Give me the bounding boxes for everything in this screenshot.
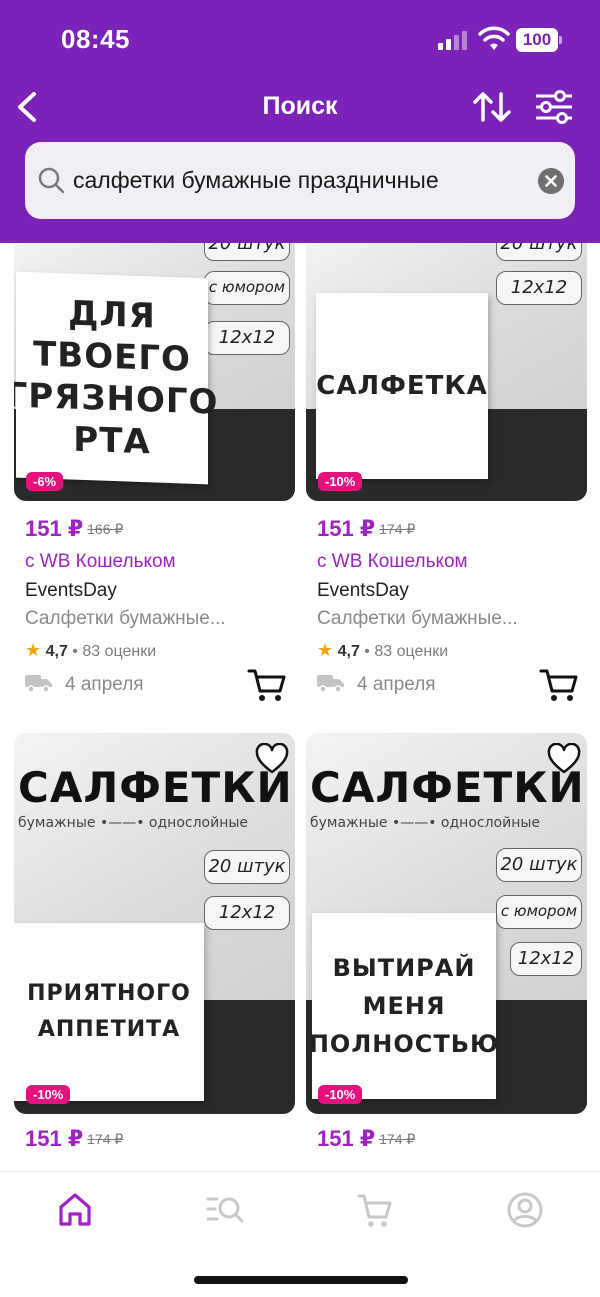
product-card[interactable]: САЛФЕТКИ бумажные •——• однослойные 20 шт… bbox=[14, 733, 295, 1171]
subtitle-divider: •——• bbox=[99, 815, 145, 831]
star-icon: ★ bbox=[317, 640, 334, 660]
price: 151 ₽174 ₽ bbox=[317, 1126, 415, 1152]
wallet-note: с WB Кошельком bbox=[25, 551, 176, 572]
heart-icon[interactable] bbox=[255, 743, 289, 775]
brand-name: EventsDay bbox=[25, 580, 117, 601]
product-grid: 20 штук с юмором 12x12 ДЛЯ ТВОЕГО ГРЯЗНО… bbox=[0, 243, 600, 1171]
delivery-date: 4 апреля bbox=[317, 673, 436, 696]
battery-nub bbox=[559, 36, 562, 44]
price: 151 ₽166 ₽ bbox=[25, 516, 123, 542]
image-subtitle-left: бумажные bbox=[18, 815, 96, 831]
header: 08:45 100 Поиск bbox=[0, 0, 600, 243]
current-price: 151 ₽ bbox=[317, 516, 376, 541]
rating: ★ 4,7 • 83 оценки bbox=[25, 640, 156, 661]
old-price: 174 ₽ bbox=[87, 1131, 124, 1147]
catalog-icon[interactable] bbox=[205, 1190, 245, 1230]
discount-badge: -10% bbox=[26, 1085, 71, 1104]
image-subtitle: бумажные •——• однослойные bbox=[18, 815, 288, 831]
sort-icon[interactable] bbox=[470, 86, 514, 128]
subtitle-divider: •——• bbox=[391, 815, 437, 831]
image-title: САЛФЕТКИ bbox=[18, 763, 293, 812]
napkin-print: ПРИЯТНОГО АППЕТИТА bbox=[14, 923, 204, 1101]
clear-icon[interactable] bbox=[538, 168, 564, 194]
status-time: 08:45 bbox=[61, 24, 130, 54]
wallet-note: с WB Кошельком bbox=[317, 551, 468, 572]
cart-icon[interactable] bbox=[247, 667, 287, 703]
discount-badge: -10% bbox=[318, 472, 363, 491]
search-bar bbox=[25, 142, 575, 219]
price: 151 ₽174 ₽ bbox=[25, 1126, 123, 1152]
status-bar: 08:45 100 bbox=[0, 0, 600, 80]
wifi-icon bbox=[478, 26, 510, 50]
review-count: • 83 оценки bbox=[364, 643, 449, 660]
discount-badge: -6% bbox=[26, 472, 64, 491]
image-tag: 20 штук bbox=[496, 243, 582, 261]
battery-level: 100 bbox=[516, 28, 558, 52]
home-indicator bbox=[194, 1276, 408, 1284]
image-tag: 20 штук bbox=[204, 850, 290, 884]
home-icon[interactable] bbox=[55, 1190, 95, 1230]
current-price: 151 ₽ bbox=[25, 1126, 84, 1151]
napkin-print: ДЛЯ ТВОЕГО ГРЯЗНОГО РТА bbox=[14, 271, 218, 485]
product-image[interactable]: 20 штук 12x12 САЛФЕТКА -10% bbox=[306, 243, 587, 501]
image-tag: 20 штук bbox=[204, 243, 290, 261]
basket-icon[interactable] bbox=[355, 1190, 395, 1230]
product-image[interactable]: САЛФЕТКИ бумажные •——• однослойные 20 шт… bbox=[306, 733, 587, 1114]
image-tag: 12x12 bbox=[204, 896, 290, 930]
search-icon bbox=[38, 167, 65, 194]
product-name: Салфетки бумажные... bbox=[317, 608, 518, 629]
product-image[interactable]: 20 штук с юмором 12x12 ДЛЯ ТВОЕГО ГРЯЗНО… bbox=[14, 243, 295, 501]
image-subtitle-right: однослойные bbox=[148, 815, 249, 831]
old-price: 174 ₽ bbox=[379, 1131, 416, 1147]
nav-bar: Поиск bbox=[0, 80, 600, 134]
image-title: САЛФЕТКИ bbox=[310, 763, 585, 812]
image-subtitle-right: однослойные bbox=[440, 815, 541, 831]
rating-value: 4,7 bbox=[45, 643, 68, 660]
old-price: 166 ₽ bbox=[87, 521, 124, 537]
napkin-print: ВЫТИРАЙ МЕНЯ ПОЛНОСТЬЮ bbox=[309, 913, 498, 1099]
search-input[interactable] bbox=[73, 142, 523, 219]
image-subtitle-left: бумажные bbox=[310, 815, 388, 831]
truck-icon bbox=[317, 675, 344, 693]
delivery-text: 4 апреля bbox=[357, 674, 436, 695]
rating: ★ 4,7 • 83 оценки bbox=[317, 640, 448, 661]
truck-icon bbox=[25, 675, 52, 693]
product-card[interactable]: 20 штук 12x12 САЛФЕТКА -10% 151 ₽174 ₽ с… bbox=[306, 243, 587, 701]
product-card[interactable]: САЛФЕТКИ бумажные •——• однослойные 20 шт… bbox=[306, 733, 587, 1171]
price: 151 ₽174 ₽ bbox=[317, 516, 415, 542]
review-count: • 83 оценки bbox=[72, 643, 157, 660]
image-tag: с юмором bbox=[496, 895, 582, 929]
product-image[interactable]: САЛФЕТКИ бумажные •——• однослойные 20 шт… bbox=[14, 733, 295, 1114]
delivery-date: 4 апреля bbox=[25, 673, 144, 696]
filter-icon[interactable] bbox=[532, 86, 576, 128]
current-price: 151 ₽ bbox=[317, 1126, 376, 1151]
image-tag: 12x12 bbox=[496, 271, 582, 305]
battery-indicator: 100 bbox=[516, 28, 562, 52]
image-subtitle: бумажные •——• однослойные bbox=[310, 815, 580, 831]
napkin-print: САЛФЕТКА bbox=[316, 293, 488, 479]
product-card[interactable]: 20 штук с юмором 12x12 ДЛЯ ТВОЕГО ГРЯЗНО… bbox=[14, 243, 295, 701]
image-tag: 20 штук bbox=[496, 848, 582, 882]
cellular-signal-icon bbox=[438, 31, 467, 50]
old-price: 174 ₽ bbox=[379, 521, 416, 537]
delivery-text: 4 апреля bbox=[65, 674, 144, 695]
star-icon: ★ bbox=[25, 640, 42, 660]
profile-icon[interactable] bbox=[505, 1190, 545, 1230]
heart-icon[interactable] bbox=[547, 743, 581, 775]
discount-badge: -10% bbox=[318, 1085, 363, 1104]
rating-value: 4,7 bbox=[337, 643, 360, 660]
current-price: 151 ₽ bbox=[25, 516, 84, 541]
image-tag: 12x12 bbox=[510, 942, 582, 976]
cart-icon[interactable] bbox=[539, 667, 579, 703]
product-name: Салфетки бумажные... bbox=[25, 608, 226, 629]
brand-name: EventsDay bbox=[317, 580, 409, 601]
